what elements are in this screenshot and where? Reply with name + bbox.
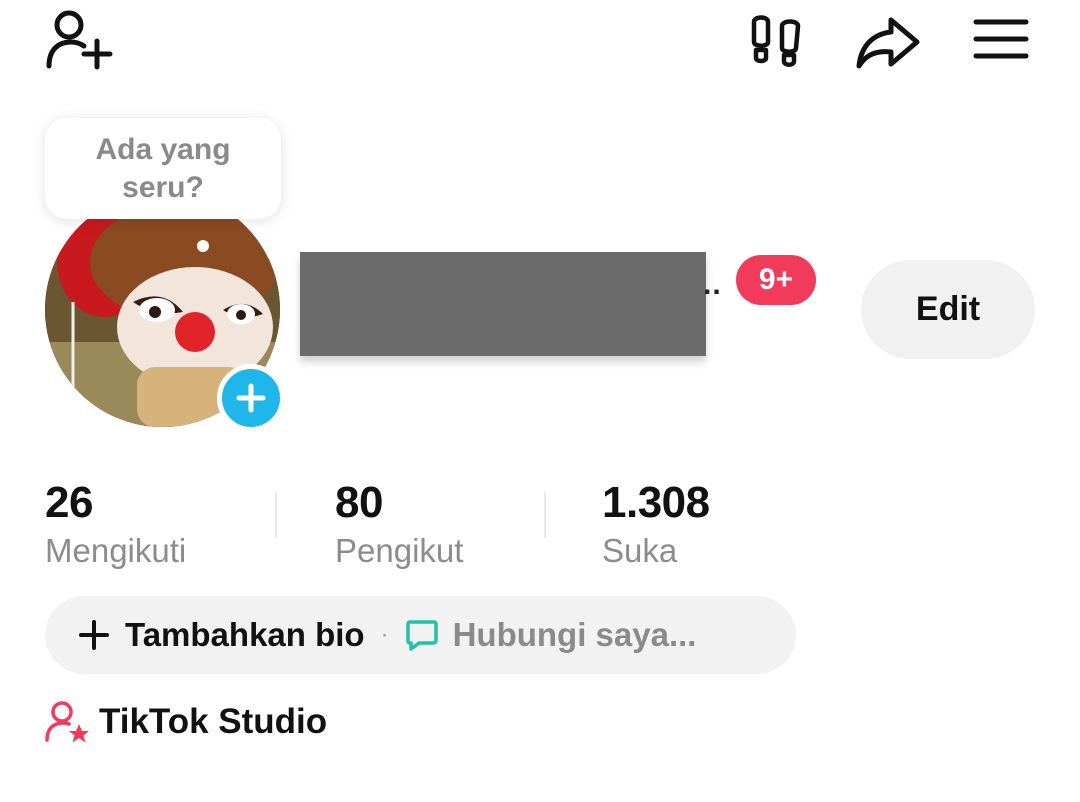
stat-label: Mengikuti [45, 532, 187, 569]
add-avatar-button[interactable] [217, 364, 285, 432]
stat-value: 26 [45, 478, 93, 527]
tooltip-bubble[interactable]: Ada yang seru? [45, 118, 281, 219]
profile-name-redacted [300, 252, 706, 356]
stat-likes[interactable]: 1.308 Suka [602, 478, 710, 572]
creator-star-icon [45, 701, 89, 743]
separator: · [380, 621, 389, 648]
notification-badge[interactable]: 9+ [736, 255, 816, 305]
stat-label: Suka [602, 532, 678, 569]
contact-button[interactable]: Hubungi saya... [405, 616, 697, 654]
bubble-tail [197, 240, 209, 252]
add-bio-button[interactable]: Tambahkan bio [79, 616, 365, 654]
menu-icon[interactable] [973, 18, 1029, 60]
stat-value: 80 [335, 478, 383, 527]
divider [275, 492, 277, 538]
stat-label: Pengikut [335, 532, 464, 569]
tooltip-text: Ada yang seru? [95, 132, 231, 204]
bio-bar: Tambahkan bio · Hubungi saya... [45, 596, 796, 674]
add-friend-icon[interactable] [45, 8, 113, 70]
share-icon[interactable] [855, 16, 921, 70]
plus-icon [79, 620, 109, 650]
edit-profile-button[interactable]: Edit [861, 260, 1035, 359]
divider [544, 492, 546, 538]
stat-followers[interactable]: 80 Pengikut [335, 478, 463, 572]
contact-label: Hubungi saya... [452, 616, 697, 653]
tiktok-studio-link[interactable]: TikTok Studio [45, 700, 327, 744]
chat-bubble-icon [405, 620, 438, 651]
name-ellipsis: .. [703, 268, 722, 301]
add-bio-label: Tambahkan bio [125, 616, 365, 653]
stat-following[interactable]: 26 Mengikuti [45, 478, 186, 572]
plus-icon [236, 383, 266, 413]
footprints-icon[interactable] [748, 14, 804, 68]
stat-value: 1.308 [602, 478, 710, 527]
studio-label: TikTok Studio [99, 702, 328, 741]
